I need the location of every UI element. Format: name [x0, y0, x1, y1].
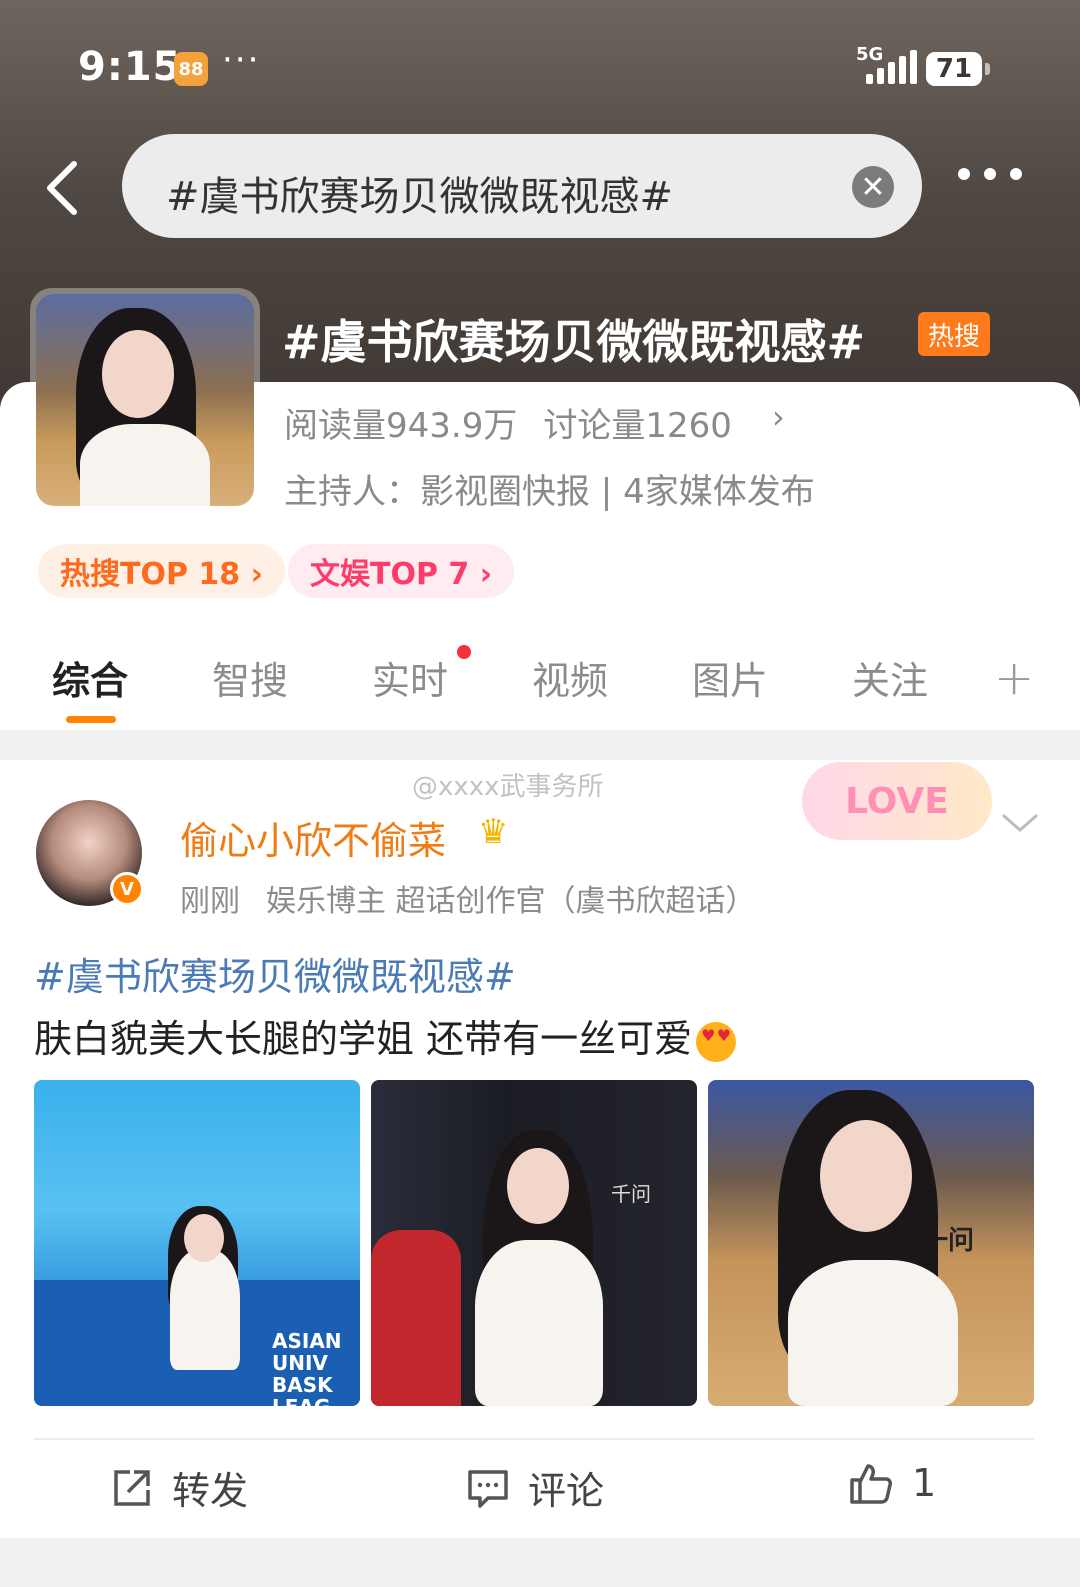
entertainment-rank-tag[interactable]: 文娱TOP 7 › — [288, 544, 515, 598]
signal-icon — [866, 48, 917, 84]
banner-text: ASIAN UNIV BASK LEAG — [272, 1329, 342, 1406]
comment-label: 评论 — [528, 1469, 605, 1513]
read-count: 阅读量943.9万 — [284, 406, 518, 446]
username[interactable]: 偷心小欣不偷菜 — [180, 810, 446, 865]
bottom-divider — [0, 1538, 1080, 1587]
post-photo-2[interactable]: 千问 — [371, 1080, 697, 1406]
chevron-down-icon — [1002, 814, 1038, 832]
like-count: 1 — [912, 1461, 937, 1505]
tab-bar: 综合 智搜 实时 视频 图片 关注 — [0, 640, 1080, 730]
tab-images[interactable]: 图片 — [692, 650, 768, 705]
share-icon — [114, 1469, 150, 1506]
post-menu-button[interactable] — [1000, 808, 1040, 838]
status-time: 9:15 — [78, 44, 182, 90]
action-divider — [34, 1438, 1034, 1440]
comment-icon — [468, 1469, 508, 1508]
post-time: 刚刚 — [180, 884, 240, 919]
search-input[interactable]: #虞书欣赛场贝微微既视感# ✕ — [122, 134, 922, 238]
topic-thumbnail[interactable] — [30, 288, 260, 512]
status-bar: 9:15 88 ··· 5G 71 — [0, 0, 1080, 130]
post-photo-1[interactable]: ASIAN UNIV BASK LEAG — [34, 1080, 360, 1406]
like-button[interactable]: 1 — [848, 1460, 936, 1506]
add-tab-button[interactable]: + — [994, 650, 1034, 706]
search-query: #虞书欣赛场贝微微既视感# — [166, 174, 674, 220]
tab-comprehensive[interactable]: 综合 — [52, 650, 128, 705]
back-button[interactable] — [40, 158, 90, 218]
active-tab-indicator — [66, 716, 116, 723]
topic-title: #虞书欣赛场贝微微既视感# — [282, 315, 866, 369]
battery-icon: 71 — [926, 52, 990, 86]
watermark-text: @xxxx武事务所 — [412, 772, 604, 802]
discussion-count: 讨论量1260 — [543, 406, 732, 446]
more-notifications-icon: ··· — [222, 40, 261, 80]
background-sign-text: 千问 — [611, 1182, 651, 1206]
more-options-button[interactable] — [958, 168, 1022, 180]
love-sticker: LOVE — [802, 762, 992, 840]
topic-thumbnail-image — [36, 294, 254, 506]
post-text: 肤白貌美大长腿的学姐 还带有一丝可爱 — [34, 1008, 737, 1063]
post-photo-3[interactable]: 一问 — [708, 1080, 1034, 1406]
heart-eyes-emoji-icon — [696, 1021, 737, 1062]
author-tags: 娱乐博主 超话创作官（虞书欣超话） — [266, 884, 756, 919]
crown-icon: ♛ — [478, 812, 509, 852]
tab-realtime[interactable]: 实时 — [372, 650, 448, 705]
post-meta: 刚刚 娱乐博主 超话创作官（虞书欣超话） — [180, 876, 756, 920]
app-notification-icon: 88 — [174, 52, 208, 86]
repost-button[interactable]: 转发 — [110, 1460, 248, 1515]
background-figure — [371, 1230, 461, 1406]
thumbs-up-icon — [850, 1464, 892, 1504]
hot-search-rank-tag[interactable]: 热搜TOP 18 › — [38, 544, 285, 598]
post-hashtag[interactable]: #虞书欣赛场贝微微既视感# — [34, 946, 516, 1001]
new-content-dot — [457, 645, 471, 659]
dot-icon — [984, 168, 996, 180]
chevron-right-icon[interactable]: › — [772, 398, 785, 436]
dot-icon — [958, 168, 970, 180]
repost-label: 转发 — [172, 1469, 249, 1513]
tab-following[interactable]: 关注 — [852, 650, 928, 705]
hot-badge: 热搜 — [918, 312, 990, 356]
topic-host[interactable]: 主持人：影视圈快报 | 4家媒体发布 — [284, 464, 815, 513]
section-divider — [0, 730, 1080, 760]
clear-search-button[interactable]: ✕ — [852, 166, 894, 208]
post-body: 肤白貌美大长腿的学姐 还带有一丝可爱 — [34, 1017, 693, 1061]
comment-button[interactable]: 评论 — [466, 1460, 604, 1515]
tab-video[interactable]: 视频 — [532, 650, 608, 705]
topic-stats[interactable]: 阅读量943.9万 讨论量1260 — [284, 398, 732, 447]
verified-icon: V — [110, 872, 144, 906]
chevron-left-icon — [47, 161, 77, 215]
dot-icon — [1010, 168, 1022, 180]
tab-smart-search[interactable]: 智搜 — [212, 650, 288, 705]
